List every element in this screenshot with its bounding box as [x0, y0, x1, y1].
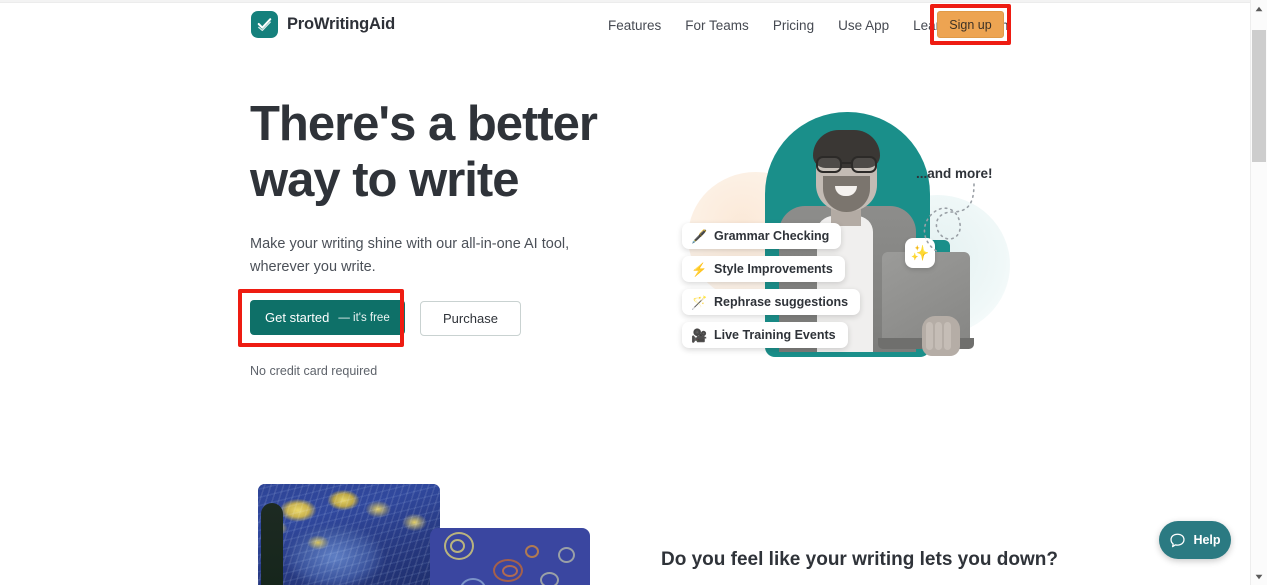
- no-credit-card-note: No credit card required: [250, 364, 378, 378]
- help-widget-button[interactable]: Help: [1159, 521, 1231, 559]
- nav-item-for-teams[interactable]: For Teams: [673, 14, 761, 37]
- site-header: ProWritingAid Features For Teams Pricing…: [0, 0, 1250, 50]
- swirl-doodle: [502, 565, 518, 577]
- feature-pill-rephrase-suggestions[interactable]: 🪄 Rephrase suggestions: [682, 289, 861, 315]
- signup-button[interactable]: Sign up: [937, 11, 1004, 38]
- scroll-up-arrow-icon[interactable]: [1251, 0, 1267, 17]
- glasses-right-lens: [851, 156, 877, 173]
- hand-finger: [944, 322, 951, 350]
- nav-item-use-app[interactable]: Use App: [826, 14, 901, 37]
- hero-text-block: There's a better way to write Make your …: [238, 96, 600, 378]
- scrollbar-thumb[interactable]: [1252, 30, 1266, 162]
- starry-night-artwork: [258, 484, 440, 585]
- person-hand: [922, 316, 960, 356]
- speech-bubble-icon: [1170, 533, 1186, 547]
- dotted-loop-arrow-icon: [923, 183, 975, 253]
- feature-pill-grammar-checking[interactable]: 🖋️ Grammar Checking: [682, 223, 842, 249]
- swirl-doodle: [525, 545, 539, 558]
- and-more-annotation: ...and more!: [916, 166, 993, 181]
- hero-illustration: ✨ ...and more! 🖋️ Grammar Checking ⚡ Sty…: [660, 100, 1020, 375]
- hand-finger: [926, 322, 933, 350]
- get-started-free-note: — it's free: [338, 311, 390, 324]
- feature-pill-live-training-events[interactable]: 🎥 Live Training Events: [682, 322, 848, 348]
- nav-item-features[interactable]: Features: [596, 14, 673, 37]
- swirl-doodle: [450, 539, 465, 553]
- brand-name: ProWritingAid: [287, 15, 396, 33]
- signup-button-group: Sign up: [930, 4, 1011, 45]
- hand-finger: [935, 322, 942, 350]
- get-started-label: Get started: [265, 310, 330, 325]
- page-viewport: ProWritingAid Features For Teams Pricing…: [0, 0, 1250, 585]
- feature-pill-label: Rephrase suggestions: [714, 295, 849, 309]
- lightning-bolt-icon: ⚡: [691, 261, 708, 277]
- get-started-button-group: Get started — it's free: [238, 289, 405, 347]
- cypress-tree: [261, 503, 283, 585]
- browser-page: ProWritingAid Features For Teams Pricing…: [0, 0, 1267, 585]
- swirl-doodle: [540, 572, 559, 585]
- prowritingaid-checkmark-logo-icon: [251, 11, 278, 38]
- blue-doodle-card: [430, 528, 590, 585]
- brand-logo-link[interactable]: ProWritingAid: [251, 11, 395, 38]
- eyeglasses-icon: [814, 156, 879, 173]
- fountain-pen-icon: 🖋️: [691, 228, 708, 244]
- magic-wand-icon: 🪄: [691, 294, 708, 310]
- help-widget-label: Help: [1193, 533, 1221, 547]
- swirl-doodle: [460, 578, 486, 585]
- feature-pill-style-improvements[interactable]: ⚡ Style Improvements: [682, 256, 845, 282]
- nav-item-pricing[interactable]: Pricing: [761, 14, 826, 37]
- swirl-doodle: [558, 547, 575, 563]
- feature-pill-list: 🖋️ Grammar Checking ⚡ Style Improvements…: [682, 223, 861, 348]
- scrollbar-track-upper[interactable]: [1251, 17, 1267, 30]
- video-camera-icon: 🎥: [691, 327, 708, 343]
- glasses-bridge: [842, 162, 851, 165]
- feature-pill-label: Live Training Events: [714, 328, 836, 342]
- page-title: There's a better way to write: [250, 97, 598, 207]
- get-started-button[interactable]: Get started — it's free: [250, 300, 405, 335]
- purchase-button[interactable]: Purchase: [420, 300, 521, 336]
- glasses-left-lens: [816, 156, 842, 173]
- hero-cta-row: Get started — it's free Purchase: [238, 289, 521, 347]
- hero-subtitle: Make your writing shine with our all-in-…: [250, 236, 570, 275]
- feature-pill-label: Grammar Checking: [714, 229, 830, 243]
- section-heading: Do you feel like your writing lets you d…: [661, 549, 1058, 570]
- feature-pill-label: Style Improvements: [714, 262, 833, 276]
- starry-night-swirls: [258, 484, 440, 585]
- vertical-scrollbar[interactable]: [1250, 0, 1267, 585]
- scroll-down-arrow-icon[interactable]: [1251, 568, 1267, 585]
